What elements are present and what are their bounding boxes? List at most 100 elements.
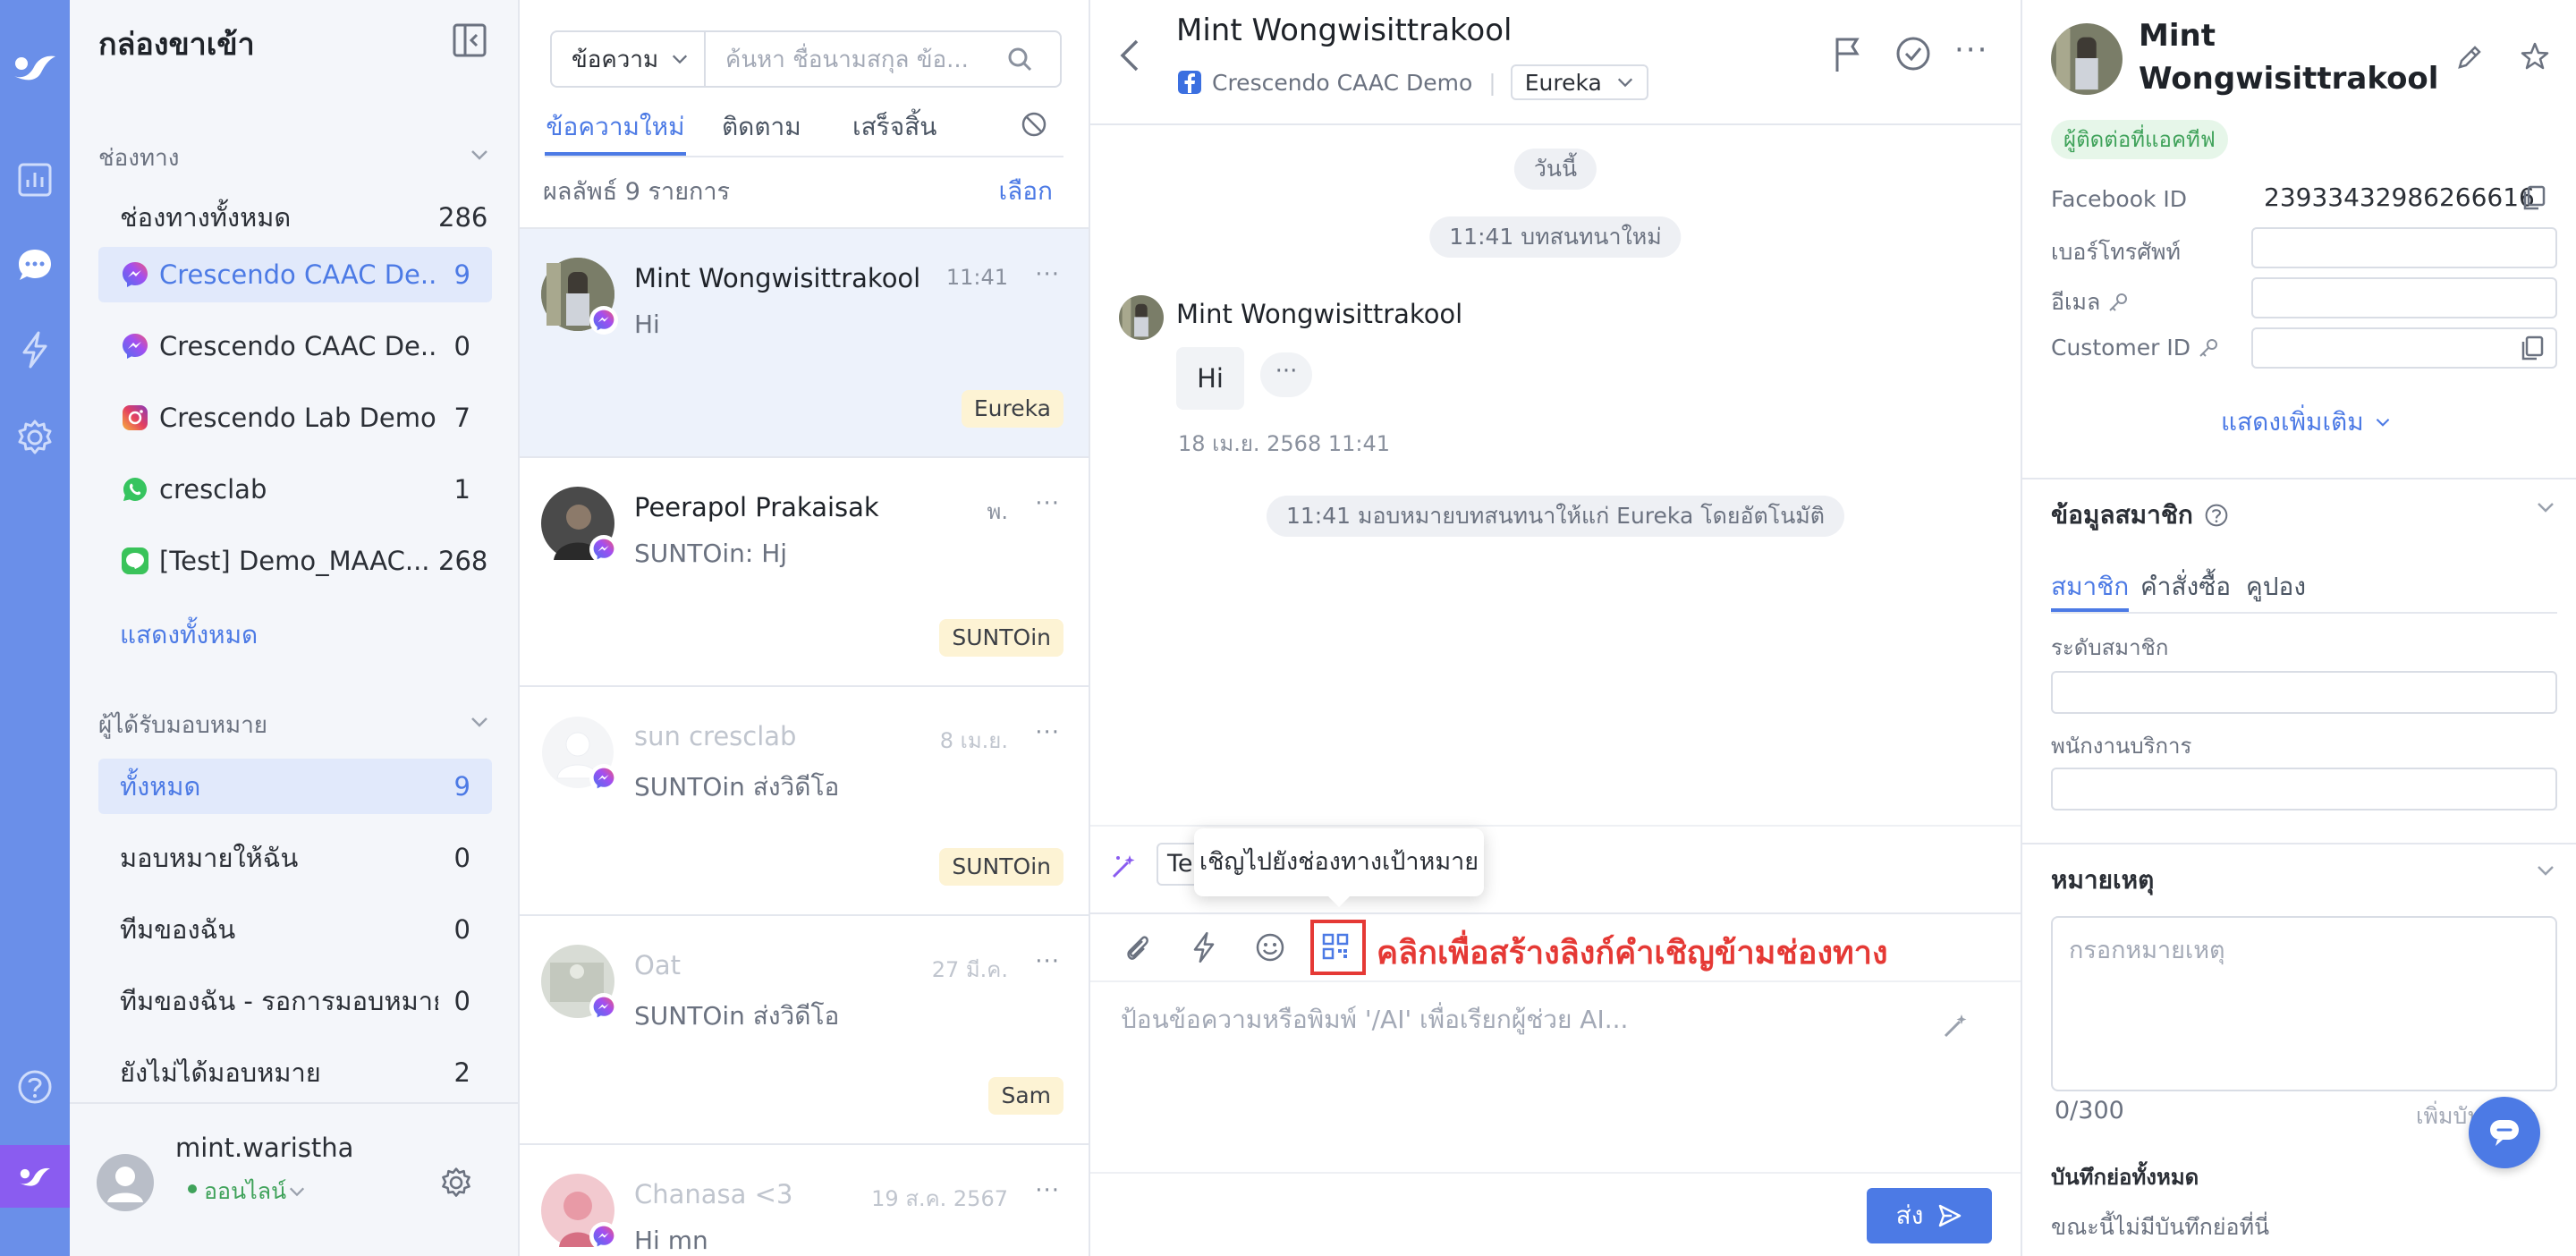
more-icon[interactable]: ··· xyxy=(1035,948,1060,975)
chat-channel-name: Crescendo CAAC Demo xyxy=(1212,69,1473,96)
tab-follow-up[interactable]: ติดตาม xyxy=(722,107,801,156)
search-filter-select[interactable]: ข้อความ xyxy=(552,32,706,86)
avatar[interactable] xyxy=(97,1154,154,1211)
more-icon[interactable]: ··· xyxy=(1035,261,1060,288)
channel-crescendo-caac-2[interactable]: Crescendo CAAC De... 0 xyxy=(98,318,492,374)
date-divider: วันนี้ xyxy=(1513,149,1597,190)
email-field[interactable] xyxy=(2251,277,2557,318)
message-more-button[interactable]: ··· xyxy=(1260,352,1312,397)
search-icon[interactable] xyxy=(1006,46,1060,72)
support-chat-button[interactable] xyxy=(2469,1097,2540,1168)
contact-name: Peerapol Prakaisak xyxy=(634,492,879,522)
back-icon[interactable] xyxy=(1115,38,1146,73)
assignee-my-team[interactable]: ทีมของฉัน 0 xyxy=(98,902,492,957)
emoji-icon[interactable] xyxy=(1255,932,1285,963)
chat-icon[interactable] xyxy=(9,240,61,292)
show-more-link[interactable]: แสดงเพิ่มเติม xyxy=(2221,403,2391,442)
send-button[interactable]: ส่ง xyxy=(1867,1188,1992,1243)
chevron-down-icon[interactable] xyxy=(2536,497,2555,517)
sender-name: Mint Wongwisittrakool xyxy=(1176,299,1463,329)
user-status[interactable]: ออนไลน์ xyxy=(204,1174,286,1209)
tab-member[interactable]: สมาชิก xyxy=(2051,567,2130,612)
star-icon[interactable] xyxy=(2520,41,2550,72)
facebook-icon xyxy=(1178,71,1201,94)
quick-reply-icon[interactable] xyxy=(1191,930,1217,964)
messenger-icon xyxy=(589,764,618,793)
user-settings-icon[interactable] xyxy=(440,1167,472,1199)
edit-icon[interactable] xyxy=(2455,43,2484,72)
ai-wand-icon[interactable] xyxy=(1942,1011,1970,1040)
more-options-icon[interactable]: ··· xyxy=(1954,32,1988,68)
flag-icon[interactable] xyxy=(1833,36,1863,73)
chevron-down-icon xyxy=(2375,414,2391,430)
attachment-icon[interactable] xyxy=(1123,932,1151,964)
key-icon xyxy=(2107,292,2129,313)
logo-icon[interactable] xyxy=(9,41,61,93)
notes-input[interactable]: กรอกหมายเหตุ xyxy=(2051,916,2557,1091)
workspace-switch-icon[interactable] xyxy=(0,1145,70,1208)
chevron-down-icon[interactable] xyxy=(470,712,489,732)
tab-orders[interactable]: คำสั่งซื้อ xyxy=(2140,567,2231,612)
channel-all[interactable]: ช่องทางทั้งหมด 286 xyxy=(98,190,492,245)
assignee-select[interactable]: Eureka xyxy=(1510,64,1648,100)
customer-id-field[interactable] xyxy=(2251,327,2557,369)
contact-name: Mint Wongwisittrakool xyxy=(634,263,921,293)
avatar xyxy=(2051,23,2123,95)
result-count: ผลลัพธ์ 9 รายการ xyxy=(543,178,731,206)
copy-icon[interactable] xyxy=(2521,184,2546,211)
resolve-check-icon[interactable] xyxy=(1895,36,1931,72)
select-button[interactable]: เลือก xyxy=(999,172,1054,211)
analytics-icon[interactable] xyxy=(9,154,61,206)
list-item[interactable]: sun cresclab 8 เม.ย. ··· SUNTOin ส่งวิดี… xyxy=(520,685,1089,914)
list-item[interactable]: Chanasa <3 19 ส.ค. 2567 ··· Hi mn xyxy=(520,1143,1089,1256)
channel-test-demo-maac[interactable]: [Test] Demo_MAAC... 268 xyxy=(98,533,492,589)
lightning-icon[interactable] xyxy=(9,324,61,376)
phone-field[interactable] xyxy=(2251,227,2557,268)
channel-cresclab[interactable]: cresclab 1 xyxy=(98,462,492,517)
copy-icon[interactable] xyxy=(2520,335,2545,361)
show-all-channels-link[interactable]: แสดงทั้งหมด xyxy=(120,615,258,655)
divider xyxy=(1090,1172,2021,1174)
all-notes-heading: บันทึกย่อทั้งหมด xyxy=(2051,1165,2199,1190)
assignee-my-team-pending[interactable]: ทีมของฉัน - รอการมอบหมาย 0 xyxy=(98,973,492,1029)
list-item[interactable]: Oat 27 มี.ค. ··· SUNTOin ส่งวิดีโอ Sam xyxy=(520,914,1089,1143)
last-message: SUNTOin ส่งวิดีโอ xyxy=(634,1001,840,1031)
settings-icon[interactable] xyxy=(9,412,61,463)
list-item[interactable]: Peerapol Prakaisak พ. ··· SUNTOin: Hj SU… xyxy=(520,456,1089,685)
search-bar: ข้อความ ค้นหา ชื่อนามสกุล ข้อ... xyxy=(550,30,1062,88)
more-icon[interactable]: ··· xyxy=(1035,1177,1060,1204)
assignee-all[interactable]: ทั้งหมด 9 xyxy=(98,759,492,814)
line-icon xyxy=(120,546,150,576)
new-chat-note: 11:41 บทสนทนาใหม่ xyxy=(1429,216,1682,258)
tab-done[interactable]: เสร็จสิ้น xyxy=(852,107,936,156)
assignee-tag: SUNTOin xyxy=(939,619,1063,657)
inbox-sidebar: กล่องขาเข้า ช่องทาง ช่องทางทั้งหมด 286 C… xyxy=(70,0,520,1256)
tab-new-messages[interactable]: ข้อความใหม่ xyxy=(545,107,686,156)
assignee-unassigned[interactable]: ยังไม่ได้มอบหมาย 2 xyxy=(98,1045,492,1100)
search-input[interactable]: ค้นหา ชื่อนามสกุล ข้อ... xyxy=(706,41,1006,78)
channel-crescendo-caac-1[interactable]: Crescendo CAAC De... 9 xyxy=(98,247,492,302)
service-staff-field[interactable] xyxy=(2051,768,2557,810)
assignee-me[interactable]: มอบหมายให้ฉัน 0 xyxy=(98,830,492,886)
chevron-down-icon[interactable] xyxy=(470,145,489,165)
member-level-field[interactable] xyxy=(2051,671,2557,714)
tab-coupons[interactable]: คูปอง xyxy=(2246,567,2306,612)
last-message: SUNTOin: Hj xyxy=(634,539,788,568)
message-input[interactable]: ป้อนข้อความหรือพิมพ์ '/AI' เพื่อเรียกผู้… xyxy=(1121,1000,1628,1040)
more-icon[interactable]: ··· xyxy=(1035,490,1060,517)
channel-crescendo-lab-demo[interactable]: Crescendo Lab Demo 7 xyxy=(98,390,492,446)
help-icon[interactable] xyxy=(9,1061,61,1113)
message-bubble[interactable]: Hi xyxy=(1176,347,1244,410)
list-item[interactable]: Mint Wongwisittrakool 11:41 ··· Hi Eurek… xyxy=(520,227,1089,456)
magic-template-icon[interactable] xyxy=(1110,852,1139,880)
conversation-tabs: ข้อความใหม่ ติดตาม เสร็จสิ้น xyxy=(545,107,1063,157)
blocked-icon[interactable] xyxy=(1021,111,1047,159)
conversation-time: 11:41 xyxy=(945,265,1008,290)
chevron-down-icon[interactable] xyxy=(2536,861,2555,880)
app-rail xyxy=(0,0,70,1256)
collapse-sidebar-icon[interactable] xyxy=(453,23,487,57)
more-icon[interactable]: ··· xyxy=(1035,719,1060,746)
assignee-tag: Sam xyxy=(988,1077,1063,1115)
chevron-down-icon[interactable] xyxy=(288,1183,306,1201)
online-dot-icon xyxy=(188,1184,197,1193)
